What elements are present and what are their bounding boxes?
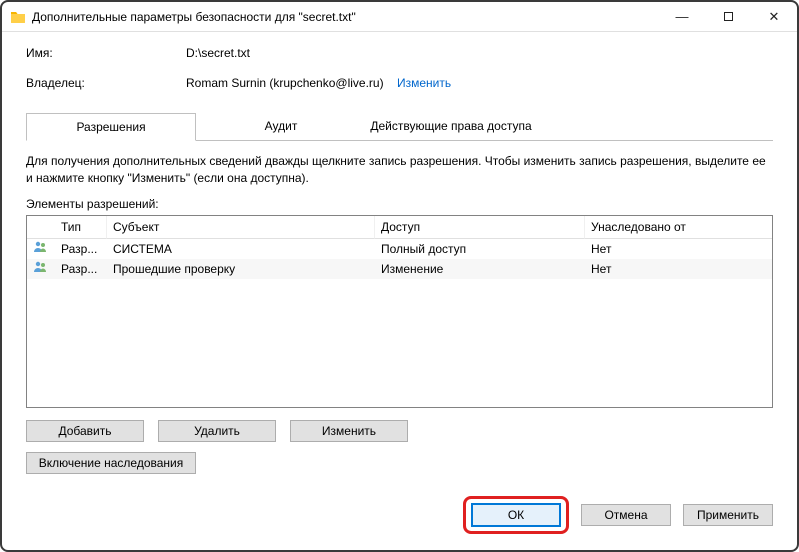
col-type-header[interactable]: Тип [55, 216, 107, 239]
permissions-table: Тип Субъект Доступ Унаследовано от Разр.… [26, 215, 773, 408]
security-dialog: Дополнительные параметры безопасности дл… [0, 0, 799, 552]
content-area: Имя: D:\secret.txt Владелец: Romam Surni… [2, 32, 797, 486]
remove-button[interactable]: Удалить [158, 420, 276, 442]
apply-button[interactable]: Применить [683, 504, 773, 526]
cell-inherited: Нет [585, 260, 772, 278]
cell-subject: Прошедшие проверку [107, 260, 375, 278]
folder-icon [10, 9, 26, 25]
inherit-row: Включение наследования [26, 452, 773, 474]
close-button[interactable]: ✕ [751, 2, 797, 32]
group-icon [33, 259, 49, 275]
edit-button[interactable]: Изменить [290, 420, 408, 442]
maximize-button[interactable] [705, 2, 751, 32]
ok-button[interactable]: ОК [471, 503, 561, 527]
group-icon [33, 239, 49, 255]
cancel-button[interactable]: Отмена [581, 504, 671, 526]
enable-inheritance-button[interactable]: Включение наследования [26, 452, 196, 474]
dialog-buttons: ОК Отмена Применить [2, 486, 797, 550]
ok-highlight: ОК [463, 496, 569, 534]
action-buttons-row: Добавить Удалить Изменить [26, 420, 773, 442]
table-row[interactable]: Разр... Прошедшие проверку Изменение Нет [27, 259, 772, 279]
help-text: Для получения дополнительных сведений дв… [26, 153, 773, 187]
tab-effective[interactable]: Действующие права доступа [366, 112, 536, 140]
window-controls: — ✕ [659, 2, 797, 32]
titlebar: Дополнительные параметры безопасности дл… [2, 2, 797, 32]
change-owner-link[interactable]: Изменить [397, 76, 451, 90]
table-body: Разр... СИСТЕМА Полный доступ Нет Разр..… [27, 239, 772, 407]
cell-access: Полный доступ [375, 240, 585, 258]
cell-type: Разр... [55, 240, 107, 258]
owner-label: Владелец: [26, 76, 186, 90]
name-value: D:\secret.txt [186, 46, 250, 60]
col-access-header[interactable]: Доступ [375, 216, 585, 239]
col-inherit-header[interactable]: Унаследовано от [585, 216, 772, 239]
table-row[interactable]: Разр... СИСТЕМА Полный доступ Нет [27, 239, 772, 259]
elements-label: Элементы разрешений: [26, 197, 773, 211]
name-row: Имя: D:\secret.txt [26, 46, 773, 60]
table-header: Тип Субъект Доступ Унаследовано от [27, 216, 772, 239]
cell-access: Изменение [375, 260, 585, 278]
tab-permissions[interactable]: Разрешения [26, 113, 196, 141]
col-icon-header[interactable] [27, 216, 55, 239]
owner-value: Romam Surnin (krupchenko@live.ru) [186, 76, 384, 90]
owner-row: Владелец: Romam Surnin (krupchenko@live.… [26, 76, 773, 90]
cell-type: Разр... [55, 260, 107, 278]
minimize-button[interactable]: — [659, 2, 705, 32]
add-button[interactable]: Добавить [26, 420, 144, 442]
col-subject-header[interactable]: Субъект [107, 216, 375, 239]
window-title: Дополнительные параметры безопасности дл… [32, 10, 659, 24]
cell-subject: СИСТЕМА [107, 240, 375, 258]
cell-inherited: Нет [585, 240, 772, 258]
tab-audit[interactable]: Аудит [196, 112, 366, 140]
tabs: Разрешения Аудит Действующие права досту… [26, 112, 773, 141]
name-label: Имя: [26, 46, 186, 60]
